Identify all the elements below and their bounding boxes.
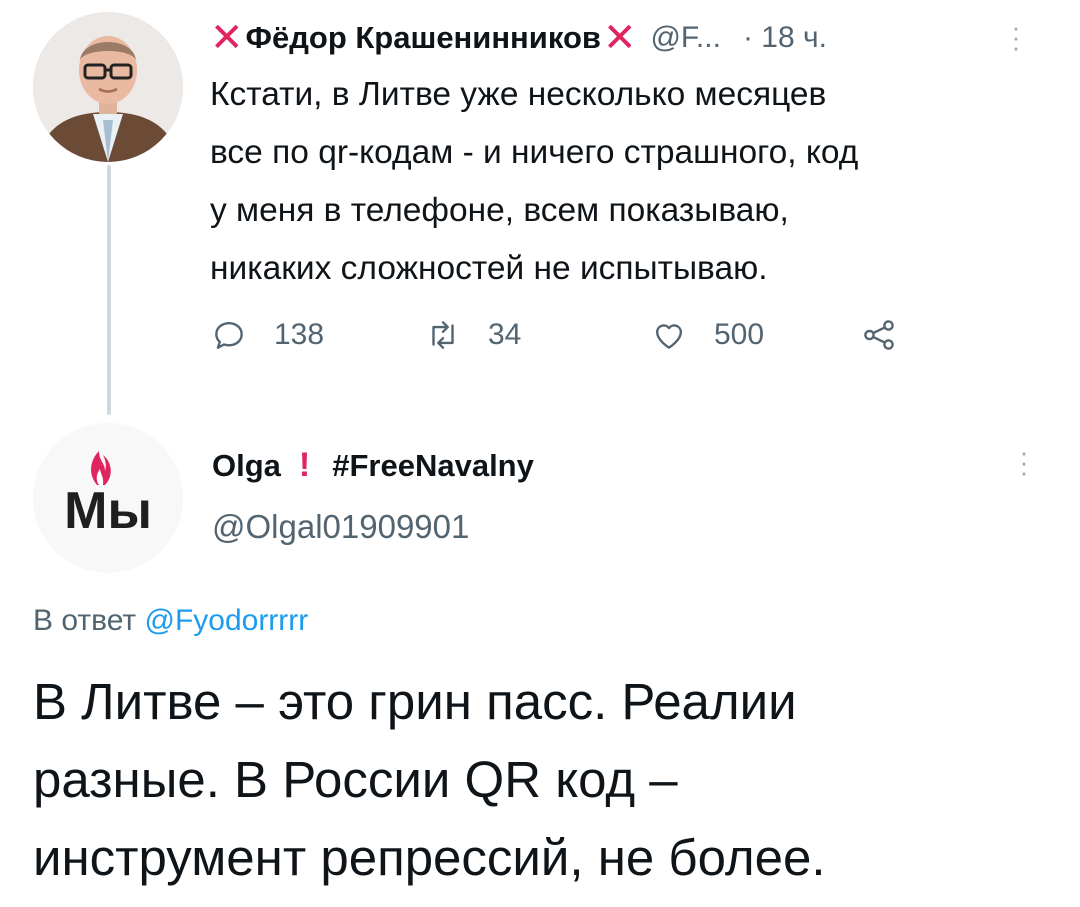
tweet-body-line: у меня в телефоне, всем показываю, bbox=[210, 192, 789, 229]
reply-body: В Литве – это грин пасс. Реалии разные. … bbox=[33, 663, 1063, 897]
share-button[interactable] bbox=[860, 310, 898, 360]
reply-author-handle[interactable]: @Olgal01909901 bbox=[212, 508, 469, 546]
reply-button[interactable]: 138 bbox=[210, 310, 324, 360]
tweet-header: ✕ Фёдор Крашенинников ✕ @F... · 18 ч. bbox=[210, 14, 1000, 62]
reply-author-hashtag: #FreeNavalny bbox=[332, 447, 534, 483]
reply-icon bbox=[215, 321, 243, 349]
retweet-count: 34 bbox=[488, 318, 522, 351]
tweet-action-bar: 138 34 500 bbox=[210, 310, 930, 360]
reply-body-line: разные. В России QR код – bbox=[33, 751, 678, 808]
reply-body-line: инструмент репрессий, не более. bbox=[33, 829, 826, 886]
tweet-time[interactable]: · 18 ч. bbox=[743, 21, 827, 55]
reply-count: 138 bbox=[274, 318, 325, 351]
author-avatar-image bbox=[33, 12, 183, 162]
thread-connector-line bbox=[107, 165, 111, 415]
x-mark-icon: ✕ bbox=[602, 16, 637, 60]
reply-author-avatar-image: Мы bbox=[33, 423, 183, 573]
in-reply-prefix: В ответ bbox=[33, 604, 137, 637]
share-icon bbox=[864, 320, 894, 350]
time-separator: · bbox=[742, 21, 753, 54]
like-count: 500 bbox=[714, 318, 765, 351]
tweet-body: Кстати, в Литве уже несколько месяцев вс… bbox=[210, 66, 1030, 298]
more-options-icon[interactable]: · · · bbox=[1014, 439, 1034, 485]
like-icon bbox=[655, 324, 683, 349]
tweet-body-line: никаких сложностей не испытываю. bbox=[210, 250, 768, 287]
time-value: 18 ч. bbox=[761, 21, 827, 54]
tweet-body-line: Кстати, в Литве уже несколько месяцев bbox=[210, 76, 827, 113]
author-handle[interactable]: @F... bbox=[650, 21, 720, 55]
in-reply-to: В ответ @Fyodorrrrr bbox=[33, 604, 308, 638]
in-reply-handle-link[interactable]: @Fyodorrrrr bbox=[144, 604, 308, 637]
like-button[interactable]: 500 bbox=[650, 310, 764, 360]
reply-author-avatar[interactable]: Мы bbox=[33, 423, 183, 573]
author-avatar[interactable] bbox=[33, 12, 183, 162]
exclamation-mark: ! bbox=[298, 446, 311, 484]
retweet-icon bbox=[432, 321, 454, 349]
more-options-icon[interactable]: · · · bbox=[1006, 14, 1026, 60]
retweet-button[interactable]: 34 bbox=[424, 310, 521, 360]
tweet-body-line: все по qr-кодам - и ничего страшного, ко… bbox=[210, 134, 859, 171]
reply-body-line: В Литве – это грин пасс. Реалии bbox=[33, 673, 797, 730]
x-mark-icon: ✕ bbox=[210, 16, 244, 60]
reply-author-name: Olga bbox=[212, 447, 281, 483]
author-name[interactable]: Фёдор Крашенинников bbox=[246, 20, 601, 56]
avatar-text: Мы bbox=[64, 482, 152, 540]
reply-author-name-row[interactable]: Olga ! #FreeNavalny bbox=[212, 446, 534, 485]
